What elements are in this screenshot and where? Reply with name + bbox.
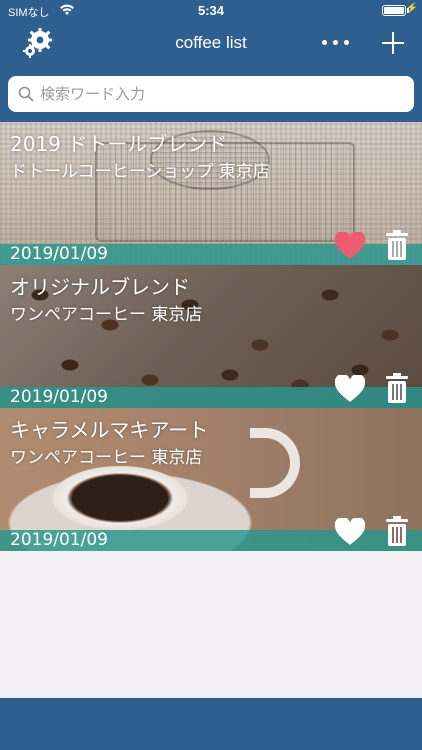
- status-bar: SIMなし 5:34 ⚡: [0, 0, 422, 22]
- item-name: オリジナルブレンド: [10, 275, 190, 299]
- search-icon: [18, 86, 34, 102]
- item-name: 2019 ドトールブレンド: [10, 132, 228, 156]
- heart-icon[interactable]: [334, 375, 366, 403]
- battery-icon: [382, 5, 406, 16]
- item-date: 2019/01/09: [10, 244, 108, 264]
- trash-icon[interactable]: [385, 372, 409, 404]
- list-item[interactable]: 2019 ドトールブレンド ドトールコーヒーショップ 東京店 2019/01/0…: [0, 122, 422, 265]
- coffee-list: 2019 ドトールブレンド ドトールコーヒーショップ 東京店 2019/01/0…: [0, 122, 422, 551]
- item-name: キャラメルマキアート: [10, 418, 209, 442]
- list-item[interactable]: オリジナルブレンド ワンペアコーヒー 東京店 2019/01/09: [0, 265, 422, 408]
- more-dots-icon[interactable]: [318, 30, 354, 54]
- charging-icon: ⚡: [405, 3, 418, 14]
- search-box[interactable]: [8, 76, 414, 112]
- page-title: coffee list: [175, 33, 247, 52]
- search-input[interactable]: [40, 80, 400, 108]
- item-shop: ドトールコーヒーショップ 東京店: [10, 162, 270, 182]
- search-bar: [0, 64, 422, 122]
- nav-bar: coffee list: [0, 22, 422, 64]
- item-shop: ワンペアコーヒー 東京店: [10, 305, 203, 325]
- heart-icon[interactable]: [334, 232, 366, 260]
- bottom-toolbar: [0, 698, 422, 750]
- item-date: 2019/01/09: [10, 387, 108, 407]
- heart-icon[interactable]: [334, 518, 366, 546]
- list-item[interactable]: キャラメルマキアート ワンペアコーヒー 東京店 2019/01/09: [0, 408, 422, 551]
- item-date: 2019/01/09: [10, 530, 108, 550]
- status-time: 5:34: [197, 3, 225, 18]
- plus-icon[interactable]: [380, 30, 406, 56]
- trash-icon[interactable]: [385, 515, 409, 547]
- trash-icon[interactable]: [385, 229, 409, 261]
- item-shop: ワンペアコーヒー 東京店: [10, 448, 203, 468]
